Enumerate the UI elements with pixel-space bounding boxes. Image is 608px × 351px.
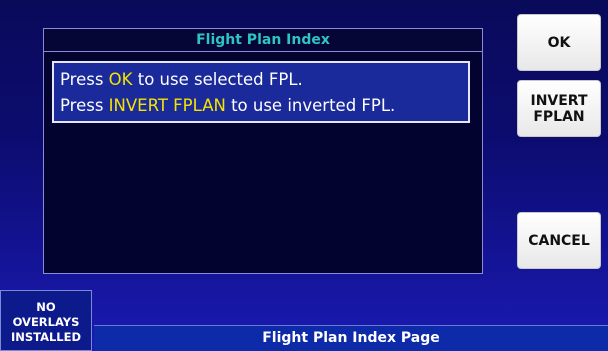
- line1-pre: Press: [60, 70, 109, 89]
- selected-fpl-item[interactable]: Press OK to use selected FPL. Press INVE…: [52, 61, 470, 123]
- page-status-bar: Flight Plan Index Page: [94, 325, 608, 351]
- ok-key-highlight: OK: [108, 70, 133, 89]
- overlay-line1: NO: [36, 300, 56, 314]
- invert-label-line2: FPLAN: [533, 108, 585, 125]
- page-name-label: Flight Plan Index Page: [262, 330, 440, 346]
- line1-post: to use selected FPL.: [132, 70, 303, 89]
- line2-pre: Press: [60, 96, 109, 115]
- instruction-line-2: Press INVERT FPLAN to use inverted FPL.: [60, 93, 462, 119]
- ok-button-label: OK: [547, 34, 571, 51]
- overlays-status-box[interactable]: NO OVERLAYS INSTALLED: [0, 290, 92, 351]
- line2-post: to use inverted FPL.: [225, 96, 396, 115]
- overlay-line3: INSTALLED: [10, 330, 82, 344]
- instruction-line-1: Press OK to use selected FPL.: [60, 67, 462, 93]
- invert-key-highlight: INVERT FPLAN: [108, 96, 226, 115]
- overlay-line2: OVERLAYS: [12, 315, 80, 329]
- cancel-button[interactable]: CANCEL: [517, 212, 601, 269]
- invert-fplan-label: INVERT FPLAN: [530, 93, 587, 125]
- ok-button[interactable]: OK: [517, 14, 601, 71]
- panel-title: Flight Plan Index: [44, 29, 482, 52]
- flight-plan-index-panel: Flight Plan Index Press OK to use select…: [43, 28, 483, 274]
- invert-label-line1: INVERT: [530, 92, 588, 109]
- cancel-button-label: CANCEL: [528, 232, 590, 249]
- invert-fplan-button[interactable]: INVERT FPLAN: [517, 80, 601, 137]
